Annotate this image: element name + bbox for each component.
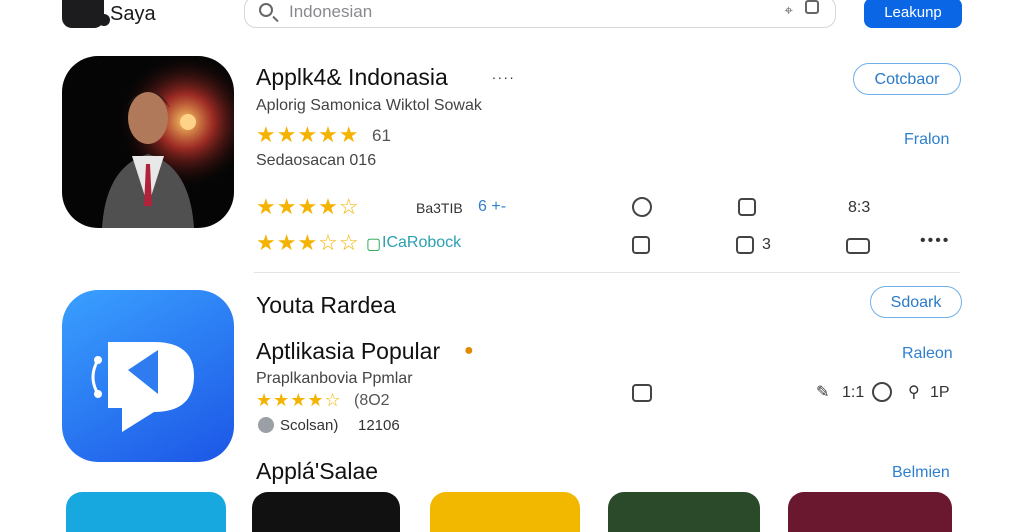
get-button[interactable]: Cotcbaor — [853, 63, 961, 95]
thumbnail-4[interactable] — [608, 492, 760, 532]
feature-label: ICaRobock — [382, 234, 462, 251]
reviews-value: 12106 — [358, 417, 400, 434]
age-rating: 6 +- — [478, 198, 507, 215]
search-icon — [259, 3, 273, 17]
search-bar[interactable]: ⌖ — [244, 0, 836, 28]
more-dots-icon[interactable]: •••• — [920, 232, 950, 250]
thumbnail-5[interactable] — [788, 492, 952, 532]
rating-stars-row2: ★★★☆☆ — [256, 230, 360, 255]
document-count: 3 — [762, 236, 771, 253]
app-subtitle-2: Praplkanbovia Ppmlar — [256, 370, 413, 387]
section-button[interactable]: Sdoark — [870, 286, 962, 318]
emoji-icon: ● — [464, 342, 474, 359]
person-icon: ⚲ — [908, 384, 920, 401]
side-link-2[interactable]: Raleon — [902, 345, 953, 363]
magician-illustration — [62, 56, 234, 228]
reviews-icon — [258, 417, 274, 433]
stat-value-2: 1P — [930, 384, 950, 401]
document-icon — [736, 236, 754, 254]
pencil-icon: ✎ — [816, 384, 830, 401]
search-input[interactable] — [287, 0, 751, 25]
thumbnail-1[interactable] — [66, 492, 226, 532]
divider — [254, 272, 960, 273]
app-title[interactable]: Applk4& Indonasia — [256, 64, 448, 91]
rating-value-2: (8O2 — [354, 392, 390, 409]
device-icon — [738, 198, 756, 216]
app-category: Sedaosacan 016 — [256, 152, 377, 169]
app-subtitle: Aplorig Samonica Wiktol Sowak — [256, 97, 482, 114]
green-badge-icon: ▢ — [366, 236, 382, 253]
app-logo[interactable] — [62, 0, 110, 28]
app-icon-magician[interactable] — [62, 56, 234, 228]
section-title: Youta Rardea — [256, 292, 396, 318]
reviews-label: Scolsan) — [280, 417, 339, 434]
rating-stars-2: ★★★★☆ — [256, 390, 342, 410]
screen-icon — [632, 384, 652, 402]
row-value: 8:3 — [848, 199, 871, 216]
clock-icon — [632, 197, 652, 217]
rating-stars: ★★★★★ — [256, 122, 360, 147]
app-glyph — [91, 342, 194, 432]
app-icon-blue[interactable] — [62, 290, 234, 462]
primary-button[interactable]: Leakunp — [864, 0, 962, 28]
app-title-2[interactable]: Aptlikasia Popular — [256, 338, 440, 365]
thumbnail-3[interactable] — [430, 492, 580, 532]
circle-icon — [872, 382, 892, 402]
section-link-2[interactable]: Belmien — [892, 464, 950, 482]
side-link[interactable]: Fralon — [904, 131, 949, 149]
rating-stars-row: ★★★★☆ — [256, 194, 360, 219]
clear-icon[interactable]: ⌖ — [785, 2, 793, 19]
app-size: Ba3TIB — [416, 200, 463, 216]
share-icon[interactable] — [805, 0, 819, 14]
rating-value: 61 — [372, 126, 391, 145]
more-options-icon[interactable]: .... — [492, 66, 516, 82]
chart-icon — [632, 236, 650, 254]
app-name: Saya — [110, 3, 156, 25]
card-icon — [846, 238, 870, 254]
stat-value-1: 1:1 — [842, 384, 865, 401]
thumbnail-2[interactable] — [252, 492, 400, 532]
section-title-2: Applá'Salae — [256, 458, 379, 484]
